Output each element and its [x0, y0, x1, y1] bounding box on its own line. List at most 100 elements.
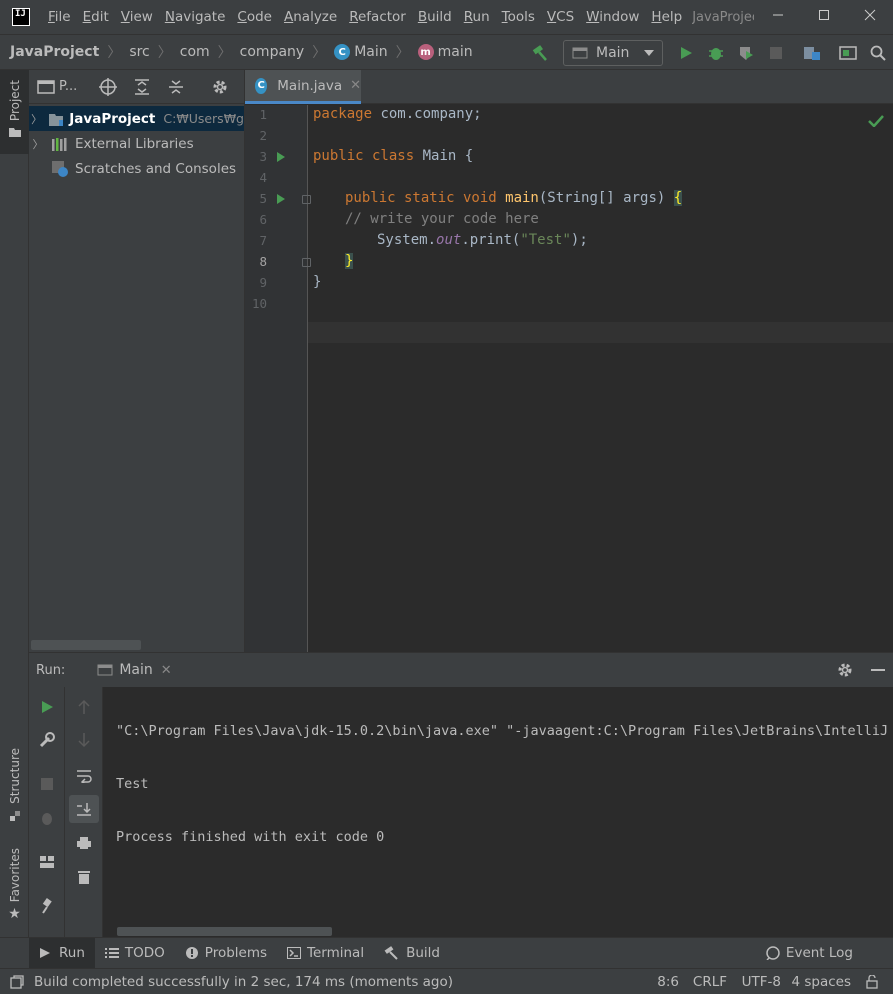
menu-help[interactable]: Help: [645, 9, 688, 25]
scroll-up-button[interactable]: [69, 693, 99, 721]
menu-vcs[interactable]: VCS: [541, 9, 580, 25]
menu-refactor[interactable]: Refactor: [343, 9, 412, 25]
pin-tab-button[interactable]: [32, 892, 62, 920]
menu-run[interactable]: Run: [458, 9, 496, 25]
run-gutter-icon[interactable]: [277, 194, 285, 204]
trash-icon: [78, 871, 90, 884]
tool-tab-build[interactable]: Build: [374, 938, 450, 969]
breadcrumb-src[interactable]: src: [129, 44, 149, 60]
stop-button[interactable]: [32, 770, 62, 798]
tool-tab-label: TODO: [124, 945, 165, 961]
clear-all-button[interactable]: [69, 863, 99, 891]
gear-icon[interactable]: [837, 662, 853, 678]
breadcrumb-method-label: main: [437, 44, 473, 60]
run-tab-main[interactable]: Main ✕: [91, 653, 177, 687]
menu-analyze[interactable]: Analyze: [278, 9, 343, 25]
console-line: "C:\Program Files\Java\jdk-15.0.2\bin\ja…: [116, 723, 893, 739]
project-view-selector[interactable]: P...: [37, 79, 91, 94]
menu-file[interactable]: File: [42, 9, 77, 25]
run-tab-label: Main: [119, 662, 153, 678]
scroll-to-end-button[interactable]: [69, 795, 99, 823]
code-line-1[interactable]: package com.company;: [313, 106, 482, 122]
menu-tools[interactable]: Tools: [496, 9, 541, 25]
caret-position[interactable]: 8:6: [657, 974, 679, 990]
project-panel-header: P...: [29, 70, 244, 104]
close-window-button[interactable]: [847, 0, 893, 30]
horizontal-scrollbar[interactable]: [31, 640, 141, 650]
run-button[interactable]: [671, 38, 701, 68]
expand-all-icon: [135, 78, 149, 95]
edit-config-button[interactable]: [32, 726, 62, 754]
line-separator[interactable]: CRLF: [693, 974, 727, 990]
breadcrumb-method[interactable]: m main: [417, 44, 473, 60]
debug-button[interactable]: [701, 38, 731, 68]
tree-item-external-libraries[interactable]: 〉 External Libraries: [29, 131, 244, 156]
breadcrumb-com[interactable]: com: [180, 44, 210, 60]
breadcrumb-project[interactable]: JavaProject: [10, 44, 99, 60]
code-line-9[interactable]: }: [313, 274, 321, 290]
tool-tab-todo[interactable]: TODO: [95, 938, 175, 969]
inspection-ok-icon[interactable]: [868, 115, 884, 127]
soft-wrap-button[interactable]: [69, 762, 99, 790]
menu-edit[interactable]: Edit: [77, 9, 115, 25]
fold-icon[interactable]: [302, 258, 311, 267]
project-tool-tab[interactable]: Project: [0, 70, 29, 154]
tool-tab-run[interactable]: Run: [29, 937, 95, 969]
locate-file-button[interactable]: [91, 74, 125, 100]
tree-item-scratches[interactable]: Scratches and Consoles: [29, 156, 244, 181]
stop-button[interactable]: [761, 38, 791, 68]
project-settings-button[interactable]: [203, 74, 237, 100]
fold-icon[interactable]: [302, 195, 311, 204]
code-line-6[interactable]: // write your code here: [345, 211, 539, 227]
menu-window[interactable]: Window: [580, 9, 645, 25]
breadcrumb-class[interactable]: C Main: [334, 44, 388, 60]
chevron-right-icon[interactable]: 〉: [29, 136, 47, 152]
breadcrumb-company[interactable]: company: [240, 44, 305, 60]
console-horizontal-scrollbar[interactable]: [117, 927, 332, 936]
tab-main-java[interactable]: C Main.java ✕: [245, 70, 361, 104]
close-tab-icon[interactable]: ✕: [350, 78, 361, 93]
lock-icon[interactable]: [865, 974, 879, 989]
menu-view[interactable]: View: [115, 9, 159, 25]
chevron-right-icon[interactable]: 〉: [29, 111, 44, 127]
project-structure-button[interactable]: [797, 38, 827, 68]
layout-button[interactable]: [32, 848, 62, 876]
menu-build[interactable]: Build: [412, 9, 458, 25]
toggle-presentation-button[interactable]: [833, 38, 863, 68]
close-tab-icon[interactable]: ✕: [161, 663, 172, 678]
favorites-tool-tab[interactable]: Favorites ★: [0, 848, 29, 930]
tool-tab-problems[interactable]: Problems: [175, 938, 277, 969]
tool-windows-toggle-icon[interactable]: [10, 974, 24, 989]
print-button[interactable]: [69, 829, 99, 857]
run-configuration-selector[interactable]: Main: [563, 40, 663, 66]
code-line-7[interactable]: System.out.print("Test");: [377, 232, 588, 248]
menu-navigate[interactable]: Navigate: [159, 9, 232, 25]
collapse-all-button[interactable]: [159, 74, 193, 100]
scroll-down-button[interactable]: [69, 726, 99, 754]
expand-all-button[interactable]: [125, 74, 159, 100]
run-with-coverage-button[interactable]: [731, 38, 761, 68]
structure-tool-tab[interactable]: Structure: [0, 748, 29, 832]
pin-icon: [42, 898, 52, 914]
tool-tab-event-log[interactable]: Event Log: [756, 938, 863, 969]
code-line-3[interactable]: public class Main {: [313, 148, 473, 164]
indent-setting[interactable]: 4 spaces: [791, 974, 851, 990]
breadcrumb-separator: 〉: [157, 45, 172, 61]
run-gutter-icon[interactable]: [277, 152, 285, 162]
tree-item-javaproject[interactable]: 〉 JavaProject C:₩Users₩g: [29, 106, 244, 131]
file-encoding[interactable]: UTF-8: [742, 974, 781, 990]
code-line-5[interactable]: public static void main(String[] args) {: [345, 190, 683, 206]
run-config-icon: [97, 664, 113, 676]
maximize-button[interactable]: [801, 0, 847, 30]
status-message[interactable]: Build completed successfully in 2 sec, 1…: [34, 974, 453, 990]
search-everywhere-button[interactable]: [863, 38, 893, 68]
rerun-button[interactable]: [32, 693, 62, 721]
minimize-panel-icon[interactable]: [871, 669, 885, 671]
console-output[interactable]: "C:\Program Files\Java\jdk-15.0.2\bin\ja…: [116, 689, 893, 880]
menu-code[interactable]: Code: [231, 9, 278, 25]
code-line-8[interactable]: }: [345, 253, 354, 269]
tool-tab-terminal[interactable]: Terminal: [277, 938, 374, 969]
build-button[interactable]: [525, 38, 555, 68]
minimize-button[interactable]: [755, 0, 801, 30]
restart-debug-button[interactable]: [32, 804, 62, 832]
